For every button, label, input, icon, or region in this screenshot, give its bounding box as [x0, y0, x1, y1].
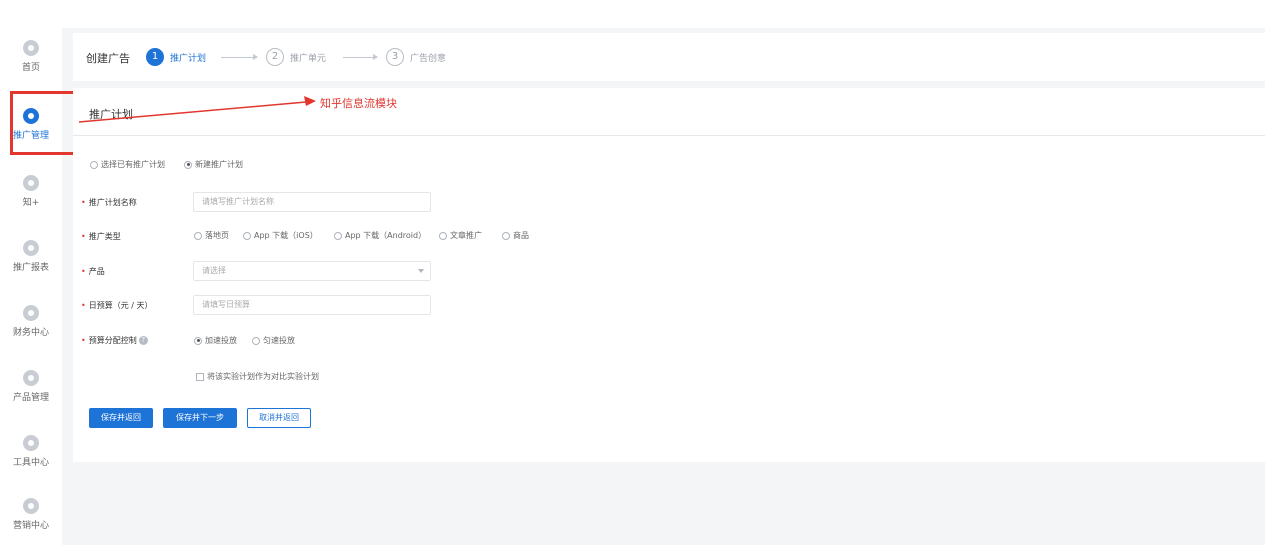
sidebar-item-label: 首页: [21, 63, 40, 73]
sidebar-item-home[interactable]: 首页: [0, 40, 62, 90]
sidebar-item-label: 推广报表: [12, 263, 49, 273]
cancel-return-button[interactable]: 取消并返回: [247, 408, 311, 428]
finance-icon: [23, 305, 39, 321]
chevron-down-icon: [418, 269, 424, 273]
product-label: • 产品: [81, 267, 105, 276]
marketing-icon: [23, 498, 39, 514]
sidebar-item-label: 产品管理: [12, 393, 49, 403]
radio-icon: [194, 336, 202, 345]
product-select[interactable]: 请选择: [193, 261, 431, 281]
top-strip: [0, 0, 1265, 28]
steps-bar: 创建广告 1 推广计划 2 推广单元 3 广告创意: [73, 33, 1265, 81]
radio-icon: [184, 160, 192, 169]
budget-control-label: • 预算分配控制?: [81, 335, 148, 346]
sidebar-item-product[interactable]: 产品管理: [0, 370, 62, 420]
radio-icon: [334, 231, 342, 240]
tools-icon: [23, 435, 39, 451]
promo-type-label: • 推广类型: [81, 232, 121, 241]
page-title: 创建广告: [86, 52, 130, 65]
radio-app-ios[interactable]: App 下载（iOS）: [243, 230, 318, 241]
radio-accelerated[interactable]: 加速投放: [194, 335, 237, 346]
experiment-checkbox[interactable]: 将该实验计划作为对比实验计划: [196, 371, 319, 382]
step-number: 1: [146, 48, 164, 66]
step-arrow: [221, 54, 258, 60]
step-creative[interactable]: 3 广告创意: [386, 48, 466, 66]
daily-budget-label: • 日预算（元 / 天）: [81, 301, 153, 310]
annotation-highlight-box: [10, 91, 79, 155]
radio-icon: [243, 231, 251, 240]
sidebar-item-finance[interactable]: 财务中心: [0, 305, 62, 355]
radio-icon: [194, 231, 202, 240]
divider: [73, 135, 1265, 136]
save-next-button[interactable]: 保存并下一步: [163, 408, 237, 428]
radio-icon: [90, 160, 98, 169]
step-unit[interactable]: 2 推广单元: [266, 48, 346, 66]
report-icon: [23, 240, 39, 256]
home-icon: [23, 40, 39, 56]
step-arrow: [343, 54, 378, 60]
step-label: 推广单元: [290, 54, 327, 64]
step-label: 推广计划: [170, 54, 207, 64]
radio-icon: [252, 336, 260, 345]
panel-title: 推广计划: [89, 108, 133, 121]
radio-goods[interactable]: 商品: [502, 230, 529, 241]
radio-existing-plan[interactable]: 选择已有推广计划: [90, 159, 165, 170]
plan-name-label: • 推广计划名称: [81, 198, 137, 207]
sidebar: 首页 推广管理 知+ 推广报表 财务中心 产品管理 工具中心 营销中心: [0, 0, 62, 545]
help-icon[interactable]: ?: [138, 336, 148, 345]
sidebar-item-label: 知+: [22, 198, 40, 208]
save-return-button[interactable]: 保存并返回: [89, 408, 153, 428]
radio-landing-page[interactable]: 落地页: [194, 230, 229, 241]
zhiplus-icon: [23, 175, 39, 191]
radio-new-plan[interactable]: 新建推广计划: [184, 159, 243, 170]
step-plan[interactable]: 1 推广计划: [146, 48, 226, 66]
radio-icon: [502, 231, 510, 240]
sidebar-item-label: 财务中心: [12, 328, 49, 338]
product-icon: [23, 370, 39, 386]
sidebar-item-tools[interactable]: 工具中心: [0, 435, 62, 485]
radio-label: 新建推广计划: [195, 160, 243, 169]
checkbox-icon: [196, 372, 204, 381]
radio-article[interactable]: 文章推广: [439, 230, 482, 241]
sidebar-item-marketing[interactable]: 营销中心: [0, 498, 62, 545]
plan-name-input[interactable]: 请填写推广计划名称: [193, 192, 431, 212]
sidebar-item-report[interactable]: 推广报表: [0, 240, 62, 290]
sidebar-item-zhiplus[interactable]: 知+: [0, 175, 62, 225]
daily-budget-input[interactable]: 请填写日预算: [193, 295, 431, 315]
step-label: 广告创意: [410, 54, 447, 64]
sidebar-item-label: 营销中心: [12, 521, 49, 531]
radio-label: 选择已有推广计划: [101, 160, 165, 169]
plan-panel: 推广计划 选择已有推广计划 新建推广计划 • 推广计划名称 请填写推广计划名称 •…: [73, 88, 1265, 462]
radio-app-android[interactable]: App 下载（Android）: [334, 230, 426, 241]
radio-uniform[interactable]: 匀速投放: [252, 335, 295, 346]
sidebar-item-label: 工具中心: [12, 458, 49, 468]
annotation-label: 知乎信息流模块: [320, 97, 397, 110]
step-number: 2: [266, 48, 284, 66]
step-number: 3: [386, 48, 404, 66]
radio-icon: [439, 231, 447, 240]
